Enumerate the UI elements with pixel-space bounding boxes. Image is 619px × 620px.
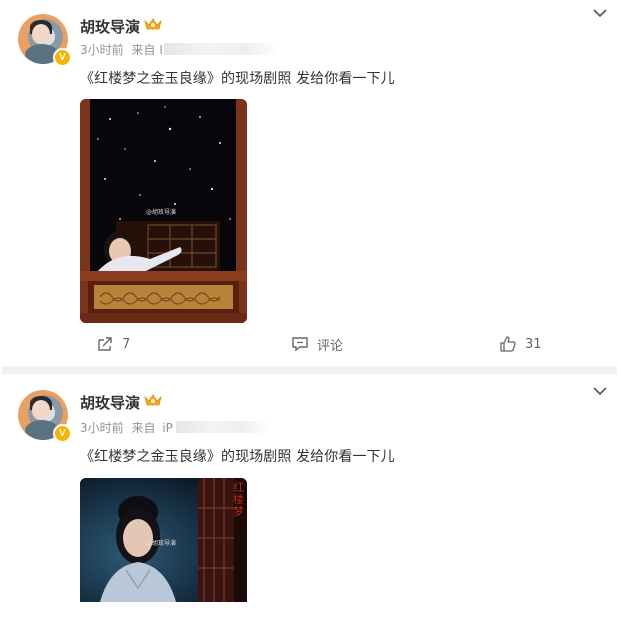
chevron-down-icon[interactable] xyxy=(593,386,607,396)
comment-icon xyxy=(292,337,308,352)
poster-title-text: 红楼梦 xyxy=(233,481,244,518)
author-name[interactable]: 胡玫导演 xyxy=(80,16,140,37)
verified-badge-icon: V xyxy=(53,48,72,67)
masked-source xyxy=(176,421,270,433)
post-time[interactable]: 3小时前 xyxy=(80,43,124,57)
post-time[interactable]: 3小时前 xyxy=(80,421,124,435)
like-count: 31 xyxy=(525,336,542,352)
comment-button[interactable]: 评论 xyxy=(291,332,343,356)
post-source-label: 来自 xyxy=(131,43,156,57)
repost-count: 7 xyxy=(122,336,131,352)
image-watermark: @胡玫导演 xyxy=(146,540,177,547)
post-meta: 3小时前 来自 I xyxy=(80,41,163,58)
masked-source xyxy=(164,43,280,55)
author-name[interactable]: 胡玫导演 xyxy=(80,392,140,413)
repost-button[interactable]: 7 xyxy=(96,332,130,356)
crown-icon[interactable] xyxy=(144,17,162,31)
post-actions: 7 评论 31 xyxy=(0,332,619,356)
chevron-down-icon[interactable] xyxy=(593,8,607,18)
post-source-value: iP xyxy=(162,421,173,435)
comment-label: 评论 xyxy=(317,338,344,354)
post-content: 《红楼梦之金玉良缘》的现场剧照 发给你看一下儿 xyxy=(80,71,395,87)
post-source-label: 来自 xyxy=(131,421,156,435)
post-image[interactable]: @胡玫导演 xyxy=(80,99,247,323)
post-image[interactable]: @胡玫导演 红楼梦 xyxy=(80,478,247,602)
feed-divider xyxy=(2,366,617,374)
repost-icon xyxy=(98,337,112,351)
verified-badge-icon: V xyxy=(53,424,72,443)
post-source-value: I xyxy=(159,43,163,57)
image-watermark: @胡玫导演 xyxy=(146,209,177,216)
weibo-post: V 胡玫导演 3小时前 来自 I 《红楼梦之金玉良缘》的现场剧照 发给你看一下儿 xyxy=(0,0,619,366)
post-meta: 3小时前 来自 iP xyxy=(80,419,173,436)
post-content: 《红楼梦之金玉良缘》的现场剧照 发给你看一下儿 xyxy=(80,449,395,465)
like-button[interactable]: 31 xyxy=(499,332,542,356)
like-icon xyxy=(500,336,516,352)
crown-icon[interactable] xyxy=(144,393,162,407)
